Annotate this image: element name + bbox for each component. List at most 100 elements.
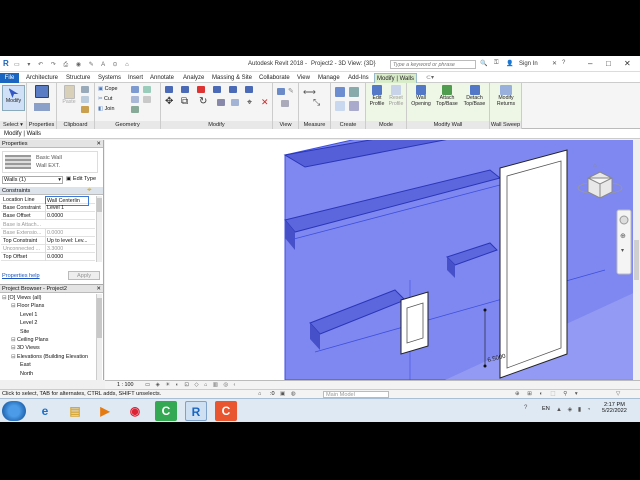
cut-button[interactable]: ✂ Cut — [98, 96, 112, 102]
tree-node[interactable]: ⊟ Ceiling Plans — [11, 336, 48, 344]
modify-button[interactable]: Modify — [2, 85, 25, 111]
type-properties-icon[interactable] — [34, 103, 50, 111]
tab-architecture[interactable]: Architecture — [24, 73, 60, 83]
revit-logo-icon[interactable]: R — [3, 59, 9, 68]
trim-extend-icon[interactable] — [217, 99, 225, 106]
close-properties-icon[interactable]: ✕ — [96, 140, 101, 148]
cut-to-clipboard-icon[interactable] — [81, 86, 89, 93]
3d-viewport[interactable]: 6.5000 ⌂ ⊕ ▾ — [105, 140, 640, 380]
property-row[interactable]: Base Extensio... 0.0000 — [1, 228, 95, 237]
property-value[interactable]: Up to level: Lev... — [45, 237, 89, 245]
search-input[interactable]: Type a keyword or phrase — [393, 62, 455, 68]
tree-node[interactable]: Level 1 — [20, 311, 37, 319]
zoom-menu-icon[interactable]: ▾ — [621, 248, 624, 254]
tree-node[interactable]: ⊟ [O] Views (all) — [2, 294, 41, 302]
property-value[interactable]: Level 1 — [45, 204, 89, 213]
start-button[interactable] — [2, 401, 26, 421]
override-graphics-icon[interactable]: ✎ — [288, 87, 294, 95]
tab-view[interactable]: View — [295, 73, 312, 83]
select-dropdown[interactable]: Select ▾ — [0, 121, 26, 129]
split-face-icon[interactable] — [131, 86, 139, 93]
paint-icon[interactable] — [143, 86, 151, 93]
language-indicator[interactable]: EN — [542, 406, 550, 412]
paste-button[interactable]: Paste — [60, 85, 78, 115]
modify-returns-button[interactable]: Modify Returns — [492, 85, 520, 107]
viewport-scrollbar-thumb[interactable] — [634, 240, 639, 280]
tab-insert[interactable]: Insert — [126, 73, 145, 83]
revit-taskbar-icon[interactable]: R — [185, 401, 207, 421]
help-circle-icon[interactable]: ? — [524, 405, 534, 415]
wall-joins-icon[interactable] — [131, 96, 139, 103]
create-group-icon[interactable] — [335, 87, 345, 97]
property-value[interactable]: 0.0000 — [45, 212, 89, 221]
property-row[interactable]: Base Constraint Level 1 — [1, 204, 95, 213]
scrollbar-thumb[interactable] — [97, 198, 102, 212]
tab-extra-icon[interactable]: ⊂▾ — [424, 73, 436, 83]
close-browser-icon[interactable]: ✕ — [96, 285, 101, 293]
tab-add-ins[interactable]: Add-Ins — [346, 73, 371, 83]
copy-icon[interactable] — [81, 96, 89, 103]
close-button[interactable]: ✕ — [624, 59, 631, 68]
offset-icon[interactable] — [181, 86, 189, 93]
tab-file[interactable]: File — [0, 73, 19, 83]
maximize-button[interactable]: □ — [606, 59, 611, 68]
ie-icon[interactable]: e — [34, 401, 56, 421]
browser-scrollbar[interactable] — [96, 294, 102, 380]
property-value[interactable]: 0.0000 — [45, 228, 89, 237]
zoom-icon[interactable]: ⊕ — [620, 233, 626, 240]
join-button[interactable]: ◧ Join — [98, 106, 114, 112]
align-icon[interactable] — [165, 86, 173, 93]
property-row[interactable]: Base Offset 0.0000 — [1, 212, 95, 221]
copy-element-icon[interactable]: ⧉ — [181, 96, 188, 107]
attach-top-base-button[interactable]: Attach Top/Base — [434, 85, 460, 107]
wall-3d-model[interactable]: 6.5000 ⌂ ⊕ ▾ — [105, 140, 640, 380]
tab-collaborate[interactable]: Collaborate — [257, 73, 292, 83]
property-value[interactable]: 3.3000 — [45, 245, 89, 254]
tab-modify-walls[interactable]: Modify | Walls — [374, 73, 418, 83]
instance-filter-dropdown[interactable]: Walls (1) ▾ — [2, 176, 63, 184]
properties-help-link[interactable]: Properties help — [2, 273, 40, 279]
navigation-bar[interactable]: ⊕ ▾ — [616, 209, 632, 275]
move-icon[interactable]: ✥ — [165, 96, 173, 107]
minimize-button[interactable]: – — [588, 59, 592, 68]
exchange-icon[interactable]: ✕ — [552, 60, 557, 67]
pin-icon[interactable]: ⌖ — [247, 97, 252, 108]
delete-icon[interactable]: ✕ — [261, 97, 269, 108]
camtasia-green-icon[interactable]: C — [155, 401, 177, 421]
account-icon[interactable]: 👤 — [506, 60, 513, 67]
apply-button[interactable]: Apply — [68, 271, 100, 280]
detach-top-base-button[interactable]: Detach Top/Base — [461, 85, 488, 107]
tray-icons[interactable]: ▲ ◈ ▮ ◔ — [556, 406, 592, 413]
property-row[interactable]: Top Offset 0.0000 — [1, 253, 95, 262]
linework-icon[interactable] — [281, 100, 289, 107]
hide-element-icon[interactable] — [277, 88, 285, 95]
split-icon[interactable] — [229, 86, 237, 93]
match-type-icon[interactable] — [81, 106, 89, 113]
type-selector[interactable]: Basic Wall Wall EXT. — [2, 151, 98, 173]
chrome-icon[interactable]: ◉ — [124, 401, 146, 421]
property-row[interactable]: Base is Attach... — [1, 221, 95, 229]
tree-node[interactable]: Site — [20, 328, 29, 336]
edit-profile-button[interactable]: Edit Profile — [368, 85, 386, 107]
tab-systems[interactable]: Systems — [96, 73, 123, 83]
sign-in-link[interactable]: Sign In — [519, 61, 538, 67]
dimension-icon[interactable]: ⤡ — [313, 97, 320, 108]
clock[interactable]: 2:17 PM 5/22/2022 — [602, 402, 627, 414]
tab-annotate[interactable]: Annotate — [148, 73, 176, 83]
trim-icon[interactable] — [213, 86, 221, 93]
property-row[interactable]: Unconnected ... 3.3000 — [1, 245, 95, 254]
search-box[interactable]: Type a keyword or phrase — [390, 60, 476, 69]
help-icon[interactable]: ? — [562, 60, 565, 66]
quick-access-toolbar[interactable]: ▭ ▾ ↶ ↷ ⎙ ◉ ✎ A ⊙ ⌂ — [14, 61, 132, 69]
properties-button[interactable] — [32, 85, 52, 101]
tree-node[interactable]: ⊟ Floor Plans — [11, 302, 44, 310]
create-parts-icon[interactable] — [335, 101, 345, 111]
tree-node[interactable]: East — [20, 361, 31, 369]
tab-structure[interactable]: Structure — [64, 73, 92, 83]
cope-button[interactable]: ▣ Cope — [98, 86, 117, 92]
join-geometry-icon[interactable] — [131, 106, 139, 113]
array-icon[interactable] — [245, 86, 253, 93]
property-value[interactable]: 0.0000 — [45, 253, 89, 262]
explorer-icon[interactable]: ▤ — [64, 401, 86, 421]
active-model-dropdown[interactable]: Main Model — [323, 391, 389, 398]
